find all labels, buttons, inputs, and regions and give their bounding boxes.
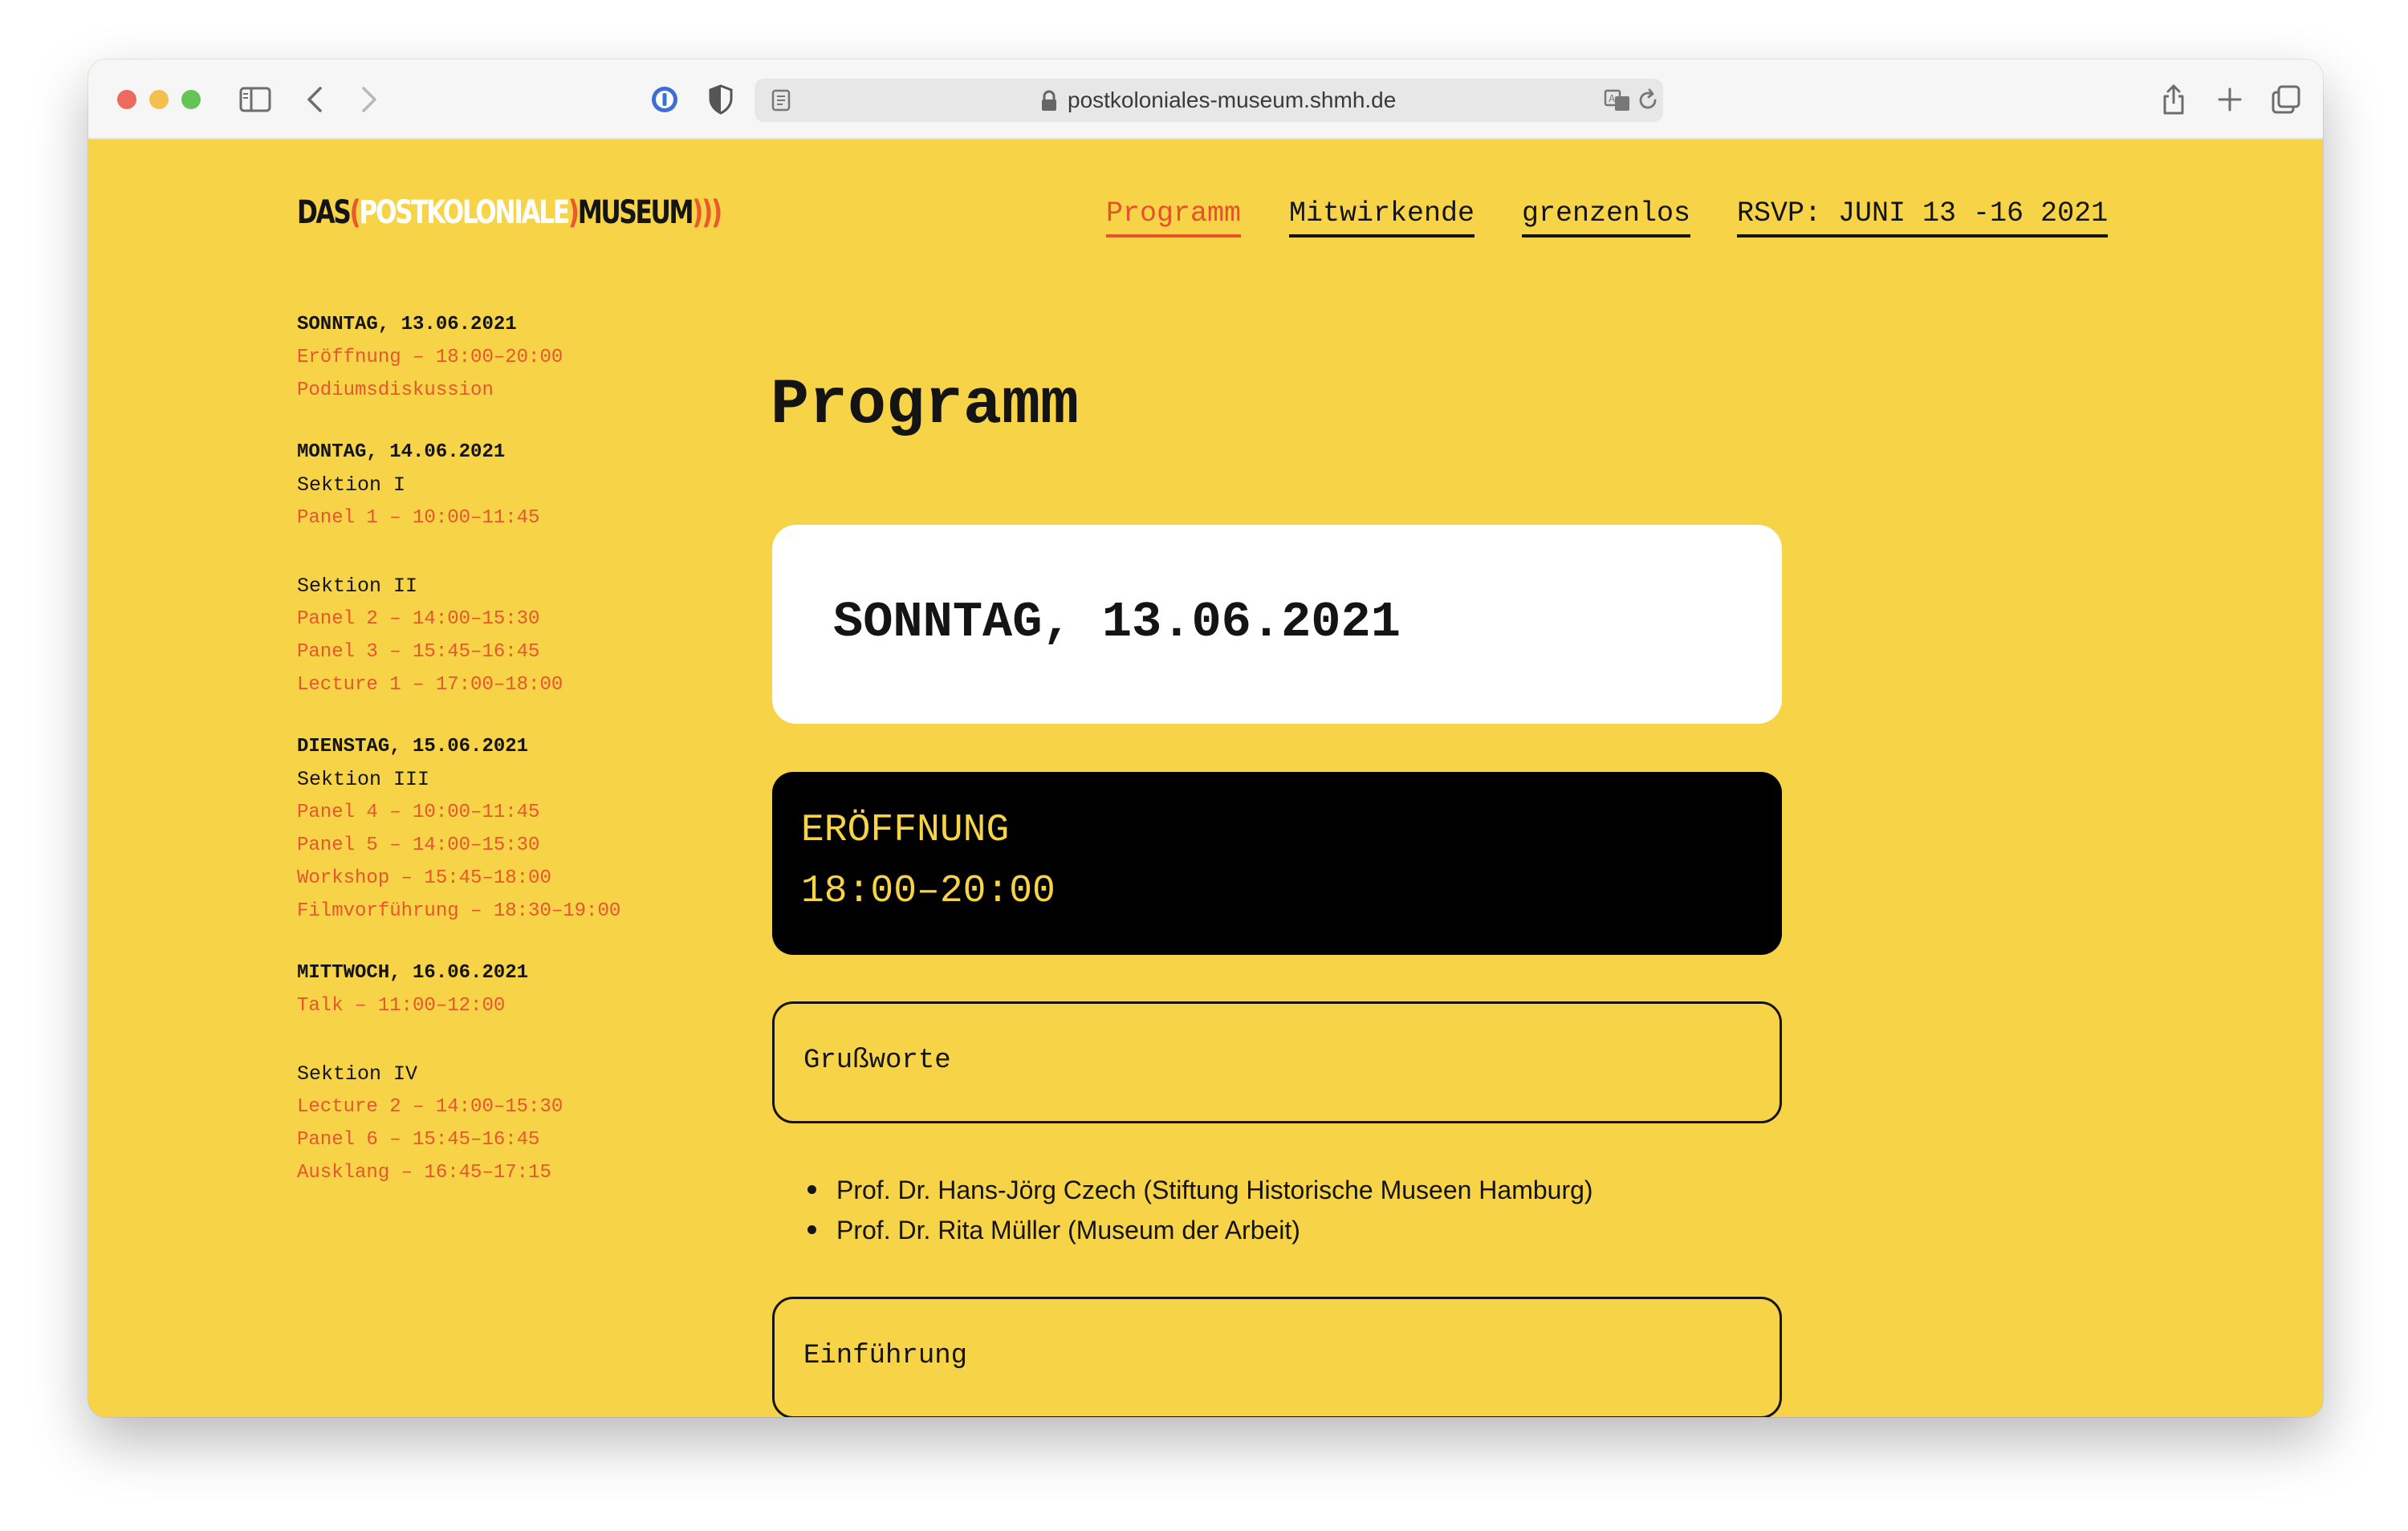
schedule-link[interactable]: Talk – 11:00–12:00 [297,989,714,1022]
list-item: Prof. Dr. Rita Müller (Museum der Arbeit… [807,1210,1593,1250]
main-nav: Programm Mitwirkende grenzenlos RSVP: JU… [88,197,2323,246]
speaker-name: Prof. Dr. Rita Müller (Museum der Arbeit… [836,1216,1300,1245]
browser-toolbar: postkoloniales-museum.shmh.de A [88,59,2323,140]
nav-mitwirkende[interactable]: Mitwirkende [1289,197,1475,238]
password-manager-icon[interactable] [647,80,682,119]
sidebar-toggle-icon[interactable] [238,80,273,119]
day-title: SONNTAG, 13.06.2021 [297,314,517,335]
address-bar[interactable]: postkoloniales-museum.shmh.de A [755,79,1663,122]
schedule-day-monday: MONTAG, 14.06.2021 Sektion I Panel 1 – 1… [297,436,714,701]
close-window-button[interactable] [117,90,136,109]
day-title: MONTAG, 14.06.2021 [297,441,506,463]
speaker-name: Prof. Dr. Hans-Jörg Czech (Stiftung Hist… [836,1176,1593,1204]
event-card-eroeffnung: ERÖFFNUNG 18:00–20:00 [772,772,1782,955]
back-arrow-icon[interactable] [299,80,331,119]
day-title: DIENSTAG, 15.06.2021 [297,736,529,757]
schedule-sidebar: SONNTAG, 13.06.2021 Eröffnung – 18:00–20… [297,308,714,1218]
schedule-link[interactable]: Eröffnung – 18:00–20:00 [297,341,714,374]
event-name: ERÖFFNUNG [801,809,1010,852]
section-title: Sektion I [297,473,406,497]
reload-icon[interactable] [1636,88,1660,112]
schedule-link[interactable]: Panel 5 – 14:00–15:30 [297,829,714,862]
url-text[interactable]: postkoloniales-museum.shmh.de [1068,87,1396,113]
reader-icon[interactable] [769,88,793,112]
nav-programm[interactable]: Programm [1106,197,1242,238]
schedule-link[interactable]: Panel 1 – 10:00–11:45 [297,502,714,534]
new-tab-icon[interactable] [2212,80,2247,119]
schedule-link[interactable]: Lecture 2 – 14:00–15:30 [297,1090,714,1123]
schedule-day-tuesday: DIENSTAG, 15.06.2021 Sektion III Panel 4… [297,730,714,928]
schedule-day-wednesday: MITTWOCH, 16.06.2021 Talk – 11:00–12:00 … [297,956,714,1189]
shield-icon[interactable] [703,80,738,119]
browser-window: postkoloniales-museum.shmh.de A DAS ( PO… [88,59,2323,1417]
section-title: Sektion IV [297,1062,418,1086]
schedule-link[interactable]: Filmvorführung – 18:30–19:00 [297,895,714,928]
day-title: MITTWOCH, 16.06.2021 [297,962,529,984]
schedule-day-sunday: SONNTAG, 13.06.2021 Eröffnung – 18:00–20… [297,308,714,407]
schedule-link[interactable]: Ausklang – 16:45–17:15 [297,1156,714,1189]
page-content: DAS ( POSTKOLONIALE ) MUSEUM ))) Program… [88,141,2323,1417]
share-icon[interactable] [2156,80,2191,119]
forward-arrow-icon[interactable] [353,80,385,119]
schedule-link[interactable]: Podiumsdiskussion [297,374,714,407]
nav-grenzenlos[interactable]: grenzenlos [1522,197,1691,238]
section-title: Sektion II [297,575,418,598]
schedule-link[interactable]: Lecture 1 – 17:00–18:00 [297,668,714,701]
minimize-window-button[interactable] [149,90,169,109]
date-card-title: SONNTAG, 13.06.2021 [833,594,1401,651]
list-item: Prof. Dr. Hans-Jörg Czech (Stiftung Hist… [807,1170,1593,1210]
speaker-list: Prof. Dr. Hans-Jörg Czech (Stiftung Hist… [807,1170,1593,1250]
event-time: 18:00–20:00 [801,870,1056,913]
zoom-window-button[interactable] [181,90,201,109]
lock-icon [1042,90,1056,111]
schedule-link[interactable]: Panel 6 – 15:45–16:45 [297,1123,714,1156]
einfuehrung-label: Einführung [803,1341,968,1371]
schedule-link[interactable]: Workshop – 15:45–18:00 [297,862,714,895]
schedule-link[interactable]: Panel 4 – 10:00–11:45 [297,796,714,829]
page-title: Programm [771,369,1080,442]
date-card: SONNTAG, 13.06.2021 [772,525,1782,724]
nav-rsvp[interactable]: RSVP: JUNI 13 -16 2021 [1737,197,2109,238]
grussworte-label: Grußworte [803,1046,951,1076]
tab-overview-icon[interactable] [2268,80,2304,119]
svg-text:A: A [1609,93,1616,104]
schedule-link[interactable]: Panel 3 – 15:45–16:45 [297,636,714,668]
section-title: Sektion III [297,768,430,791]
grussworte-accordion[interactable]: Grußworte [772,1001,1782,1123]
einfuehrung-accordion[interactable]: Einführung [772,1297,1782,1417]
schedule-link[interactable]: Panel 2 – 14:00–15:30 [297,603,714,636]
translate-icon[interactable]: A [1604,88,1631,112]
